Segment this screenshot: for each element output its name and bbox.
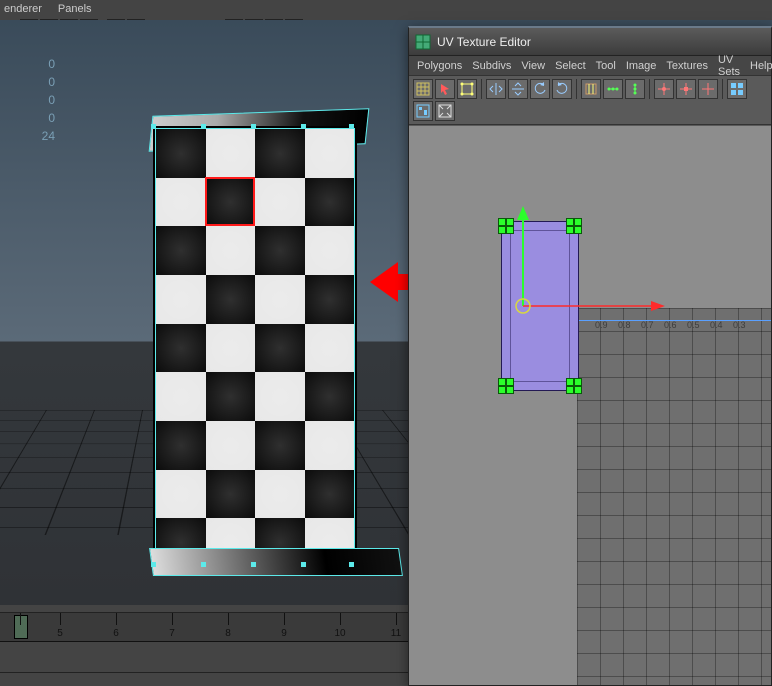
- tick-label: 6: [113, 628, 119, 639]
- menu-help[interactable]: Help: [750, 60, 772, 72]
- snap-grid-a-icon[interactable]: [654, 79, 674, 99]
- flip-u-icon[interactable]: [486, 79, 506, 99]
- tick-label: 11: [391, 628, 401, 639]
- align-u-icon[interactable]: [603, 79, 623, 99]
- axis-tick-label: 0.8: [618, 320, 631, 330]
- menu-textures[interactable]: Textures: [666, 60, 708, 72]
- snap-grid-b-icon[interactable]: [676, 79, 696, 99]
- menu-uvsets[interactable]: UV Sets: [718, 54, 740, 78]
- tick-label: 5: [57, 628, 63, 639]
- cycle-uv-icon[interactable]: [581, 79, 601, 99]
- tick-label: 9: [281, 628, 287, 639]
- menu-renderer[interactable]: enderer: [4, 3, 42, 15]
- toolbar-divider: [722, 79, 723, 99]
- axis-tick-label: 0.3: [733, 320, 746, 330]
- uv-window-icon: [415, 34, 431, 50]
- axis-tick-label: 0.4: [710, 320, 723, 330]
- stat-value: 0: [35, 109, 55, 127]
- menu-polygons[interactable]: Polygons: [417, 60, 462, 72]
- stat-value: 24: [35, 127, 55, 145]
- uv-menubar: Polygons Subdivs View Select Tool Image …: [409, 56, 771, 76]
- uv-x-axis-labels: 1 0.9 0.8 0.7 0.6 0.5 0.4 0.3: [577, 320, 771, 334]
- uv-texture-editor-window[interactable]: UV Texture Editor Polygons Subdivs View …: [408, 26, 772, 686]
- toolbar-divider: [481, 79, 482, 99]
- axis-tick-label: 0.7: [641, 320, 654, 330]
- stat-value: 0: [35, 73, 55, 91]
- toolbar-divider: [576, 79, 577, 99]
- layout-best-icon[interactable]: [413, 101, 433, 121]
- uv-unit-square: [577, 308, 771, 685]
- axis-tick-label: 0.5: [687, 320, 700, 330]
- uv-snapshot-icon[interactable]: [413, 79, 433, 99]
- snap-grid-c-icon[interactable]: [698, 79, 718, 99]
- select-shell-icon[interactable]: [435, 79, 455, 99]
- tick-label: 8: [225, 628, 231, 639]
- uv-canvas[interactable]: 1 0.9 0.8 0.7 0.6 0.5 0.4 0.3: [409, 126, 771, 685]
- align-v-icon[interactable]: [625, 79, 645, 99]
- uv-titlebar[interactable]: UV Texture Editor: [409, 28, 771, 56]
- tick-label: 7: [169, 628, 175, 639]
- axis-tick-label: 0.9: [595, 320, 608, 330]
- uv-shell[interactable]: [501, 221, 579, 391]
- axis-tick-label: 0.6: [664, 320, 677, 330]
- mesh-base: [149, 548, 403, 576]
- rotate-cw-icon[interactable]: [552, 79, 572, 99]
- menu-tool[interactable]: Tool: [596, 60, 616, 72]
- uv-toolbar-row-1: [409, 76, 771, 125]
- menu-select[interactable]: Select: [555, 60, 586, 72]
- stat-value: 0: [35, 91, 55, 109]
- selected-face-highlight: [205, 177, 255, 226]
- flip-v-icon[interactable]: [508, 79, 528, 99]
- mesh-front-face: [155, 128, 355, 568]
- uv-window-title: UV Texture Editor: [437, 35, 531, 49]
- menu-panels[interactable]: Panels: [58, 3, 92, 15]
- toolbar-divider: [649, 79, 650, 99]
- lattice-icon[interactable]: [457, 79, 477, 99]
- frame-all-icon[interactable]: [435, 101, 455, 121]
- menu-view[interactable]: View: [521, 60, 545, 72]
- menu-image[interactable]: Image: [626, 60, 657, 72]
- mesh-object[interactable]: [155, 128, 355, 568]
- rotate-ccw-icon[interactable]: [530, 79, 550, 99]
- tick-label: 10: [334, 628, 345, 639]
- stat-value: 0: [35, 55, 55, 73]
- menu-subdivs[interactable]: Subdivs: [472, 60, 511, 72]
- layout-uv-icon[interactable]: [727, 79, 747, 99]
- heads-up-stats: 0 0 0 0 24: [35, 55, 55, 145]
- viewport-menubar: enderer Panels: [0, 0, 92, 18]
